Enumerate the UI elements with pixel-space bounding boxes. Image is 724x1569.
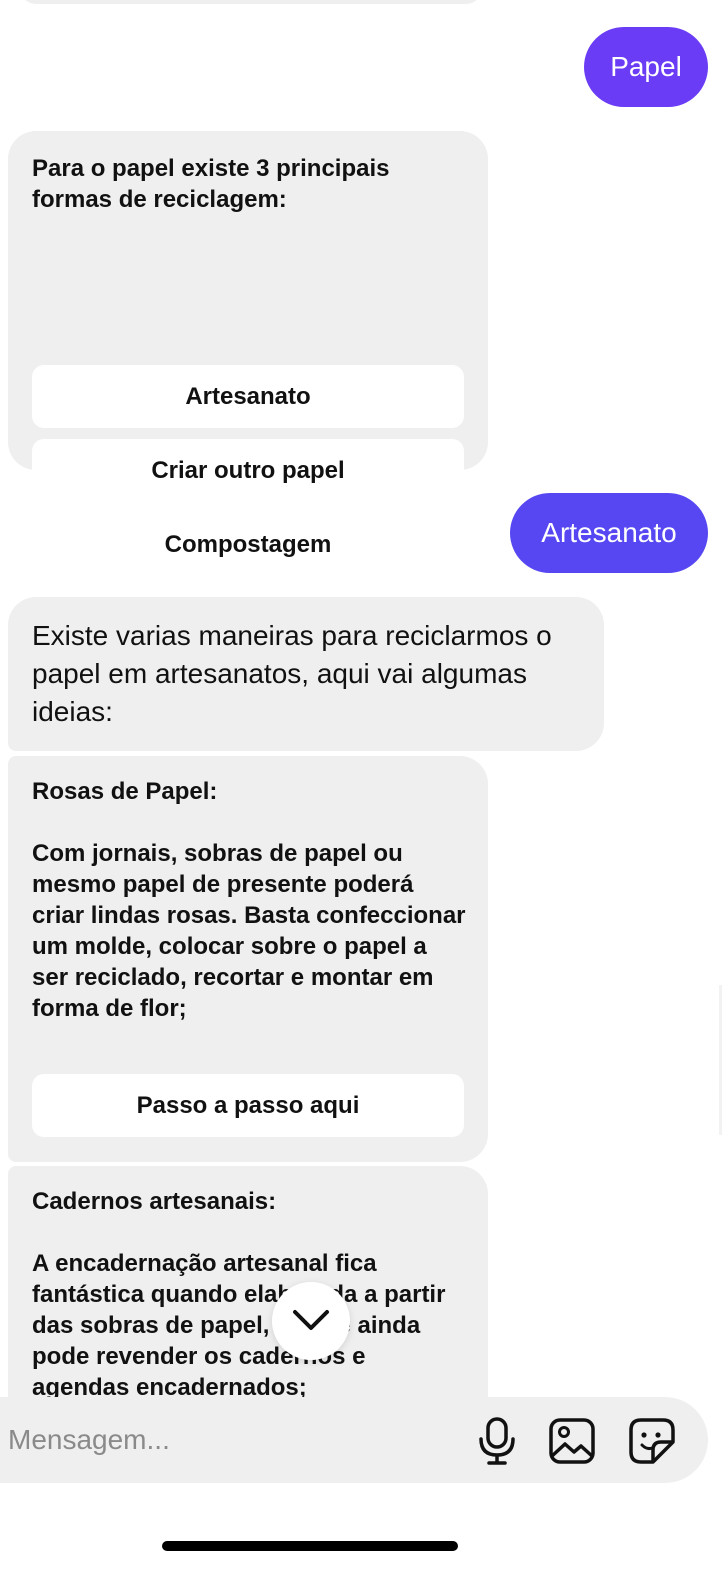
bot-options-card: Para o papel existe 3 principais formas … [8,131,488,576]
message-input[interactable]: Mensagem... [8,1397,170,1483]
bot-idea-card-rosas: Rosas de Papel: Com jornais, sobras de p… [8,756,488,1162]
microphone-icon [479,1417,515,1465]
step-by-step-button[interactable]: Passo a passo aqui [32,1074,464,1137]
previous-message-edge [20,0,482,4]
idea-title: Rosas de Papel: [32,778,218,805]
user-message-bubble: Papel [584,27,708,107]
home-indicator[interactable] [162,1541,458,1551]
bot-card-title: Para o papel existe 3 principais formas … [32,155,390,213]
chat-screen: Papel Para o papel existe 3 principais f… [0,0,724,1569]
sticker-button[interactable] [627,1416,677,1466]
user-message-bubble: Artesanato [510,493,708,573]
idea-title: Cadernos artesanais: [32,1188,277,1215]
option-button-artesanato[interactable]: Artesanato [32,365,464,428]
message-list[interactable]: Papel Para o papel existe 3 principais f… [0,0,724,1397]
microphone-button[interactable] [472,1416,522,1466]
idea-body: Com jornais, sobras de papel ou mesmo pa… [32,840,466,1022]
message-composer: Mensagem... [0,1397,708,1483]
idea-body: A encadernação artesanal fica fantástica… [32,1250,446,1397]
scrollbar [719,985,722,1135]
scroll-to-bottom-button[interactable] [272,1282,350,1360]
bot-idea-card-cadernos: Cadernos artesanais: A encadernação arte… [8,1166,488,1397]
image-icon [549,1418,595,1464]
option-button-compostagem[interactable]: Compostagem [32,513,464,576]
gallery-button[interactable] [547,1416,597,1466]
sticker-icon [629,1418,675,1464]
chevron-down-icon [293,1310,329,1330]
bot-message-bubble: Existe varias maneiras para reciclarmos … [8,597,604,751]
option-button-criar-outro-papel[interactable]: Criar outro papel [32,439,464,502]
